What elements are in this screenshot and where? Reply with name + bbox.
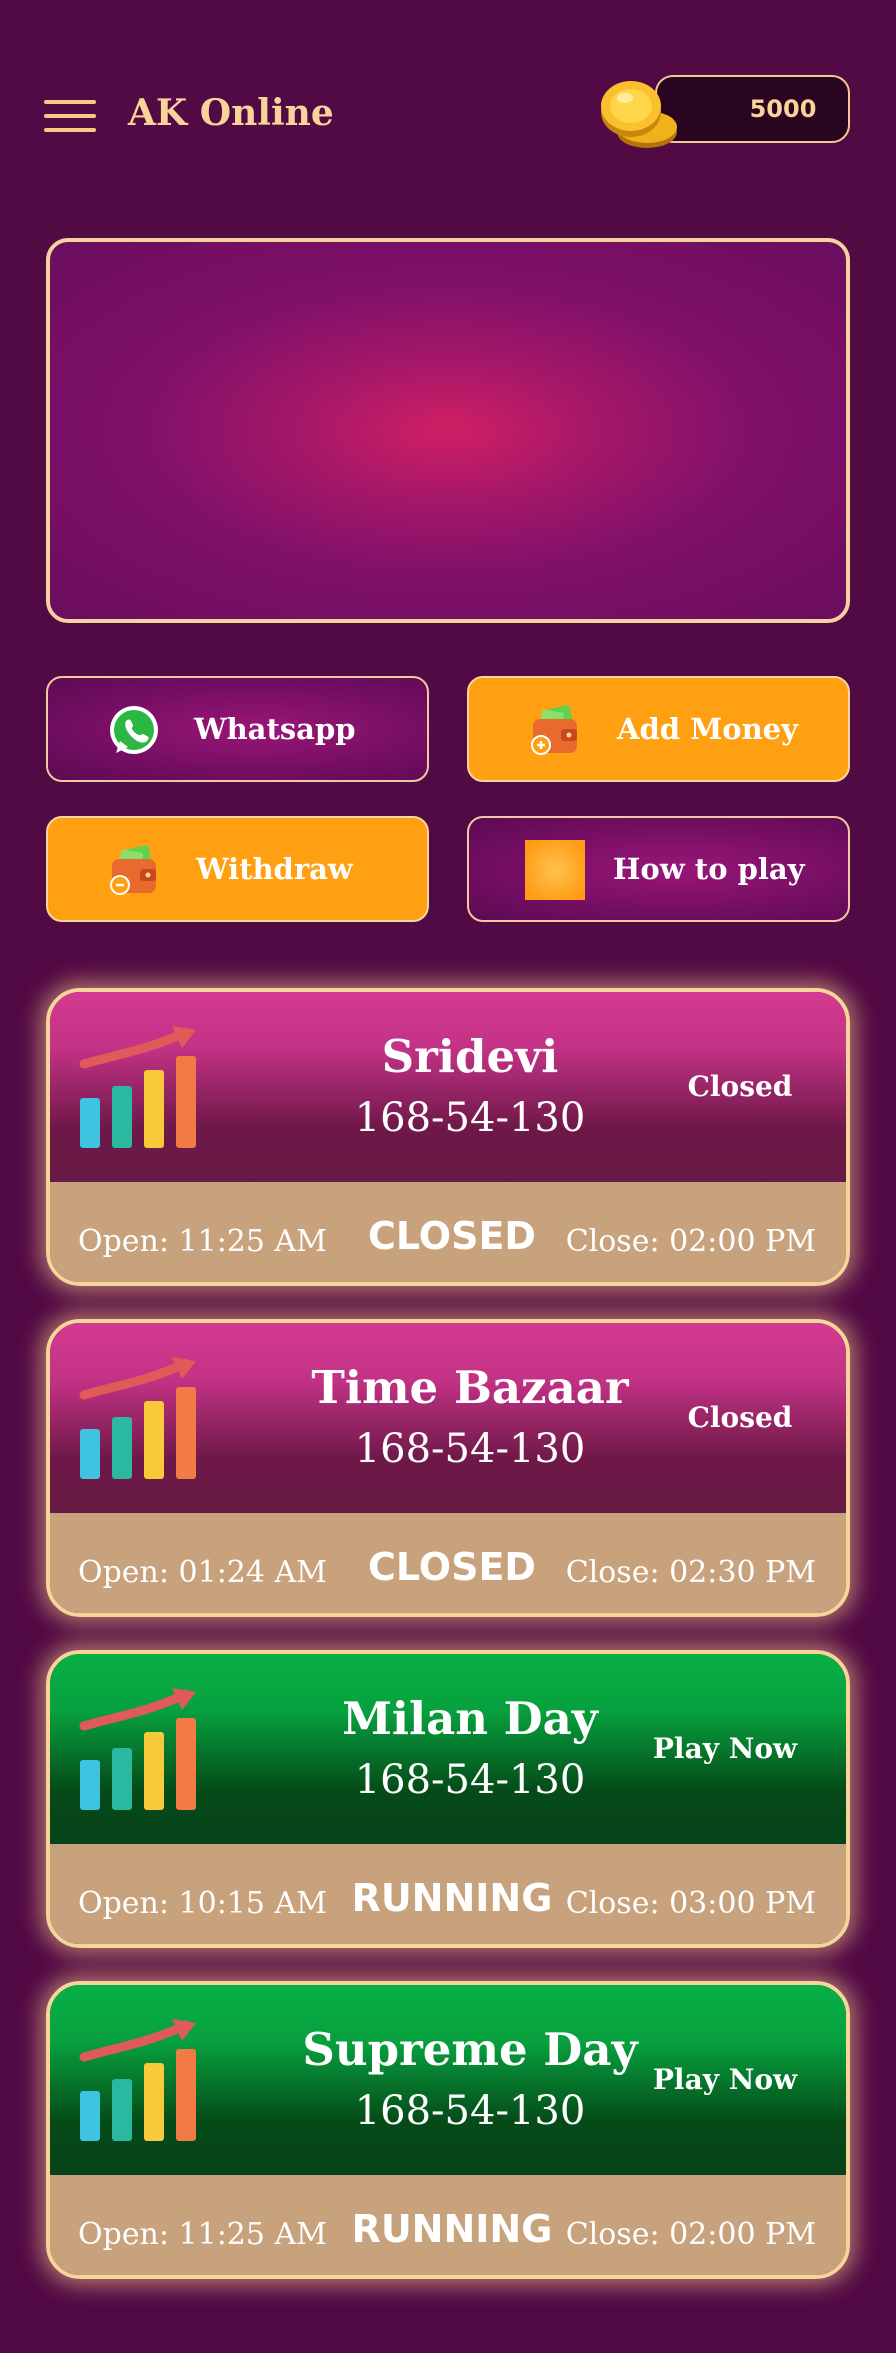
market-card-header: Supreme Day 168-54-130 Play Now xyxy=(50,1985,846,2175)
whatsapp-button[interactable]: Whatsapp xyxy=(46,676,429,782)
whatsapp-icon xyxy=(110,706,158,754)
market-card-milan-day[interactable]: Milan Day 168-54-130 Play Now Open: 10:1… xyxy=(46,1650,850,1948)
add-money-label: Add Money xyxy=(617,712,798,746)
market-name: Time Bazaar xyxy=(311,1361,629,1414)
growth-chart-icon xyxy=(79,1688,196,1810)
how-to-play-button[interactable]: How to play xyxy=(467,816,850,922)
withdraw-label: Withdraw xyxy=(196,852,353,886)
whatsapp-label: Whatsapp xyxy=(194,712,356,746)
market-result-numbers: 168-54-130 xyxy=(354,1095,586,1141)
market-name: Milan Day xyxy=(342,1692,598,1745)
promo-banner[interactable] xyxy=(46,238,850,623)
growth-chart-icon xyxy=(79,1357,196,1479)
coin-balance-value: 5000 xyxy=(749,95,817,123)
market-status-text: CLOSED xyxy=(368,1214,536,1258)
market-card-time-bazaar[interactable]: Time Bazaar 168-54-130 Closed Open: 01:2… xyxy=(46,1319,850,1617)
wallet-add-icon xyxy=(531,705,577,755)
market-card-sridevi[interactable]: Sridevi 168-54-130 Closed Open: 11:25 AM… xyxy=(46,988,850,1286)
growth-chart-icon xyxy=(79,2019,196,2141)
market-card-supreme-day[interactable]: Supreme Day 168-54-130 Play Now Open: 11… xyxy=(46,1981,850,2279)
market-open-time: Open: 10:15 AM xyxy=(78,1886,327,1921)
how-to-play-icon xyxy=(525,840,585,900)
growth-chart-icon xyxy=(79,1026,196,1148)
market-action-button[interactable]: Closed xyxy=(640,1070,840,1103)
coins-icon xyxy=(601,81,677,148)
market-result-numbers: 168-54-130 xyxy=(354,1757,586,1803)
market-close-time: Close: 02:30 PM xyxy=(565,1555,816,1590)
market-card-header: Time Bazaar 168-54-130 Closed xyxy=(50,1323,846,1513)
market-name: Supreme Day xyxy=(302,2023,638,2076)
how-to-play-label: How to play xyxy=(613,852,805,886)
market-close-time: Close: 02:00 PM xyxy=(565,1224,816,1259)
hamburger-menu-icon[interactable] xyxy=(44,100,96,132)
play-now-button[interactable]: Play Now xyxy=(625,2063,825,2096)
market-result-numbers: 168-54-130 xyxy=(354,1426,586,1472)
app-header: AK Online 5000 xyxy=(0,0,896,230)
withdraw-button[interactable]: Withdraw xyxy=(46,816,429,922)
market-close-time: Close: 03:00 PM xyxy=(565,1886,816,1921)
app-title: AK Online xyxy=(128,92,334,134)
market-action-button[interactable]: Closed xyxy=(640,1401,840,1434)
market-card-header: Sridevi 168-54-130 Closed xyxy=(50,992,846,1182)
market-close-time: Close: 02:00 PM xyxy=(565,2217,816,2252)
market-card-header: Milan Day 168-54-130 Play Now xyxy=(50,1654,846,1844)
market-status-text: RUNNING xyxy=(351,2207,553,2251)
market-status-text: RUNNING xyxy=(351,1876,553,1920)
market-open-time: Open: 11:25 AM xyxy=(78,2217,327,2252)
add-money-button[interactable]: Add Money xyxy=(467,676,850,782)
market-status-text: CLOSED xyxy=(368,1545,536,1589)
market-open-time: Open: 01:24 AM xyxy=(78,1555,327,1590)
market-name: Sridevi xyxy=(381,1030,559,1083)
wallet-withdraw-icon xyxy=(110,845,156,895)
play-now-button[interactable]: Play Now xyxy=(625,1732,825,1765)
market-result-numbers: 168-54-130 xyxy=(354,2088,586,2134)
market-open-time: Open: 11:25 AM xyxy=(78,1224,327,1259)
